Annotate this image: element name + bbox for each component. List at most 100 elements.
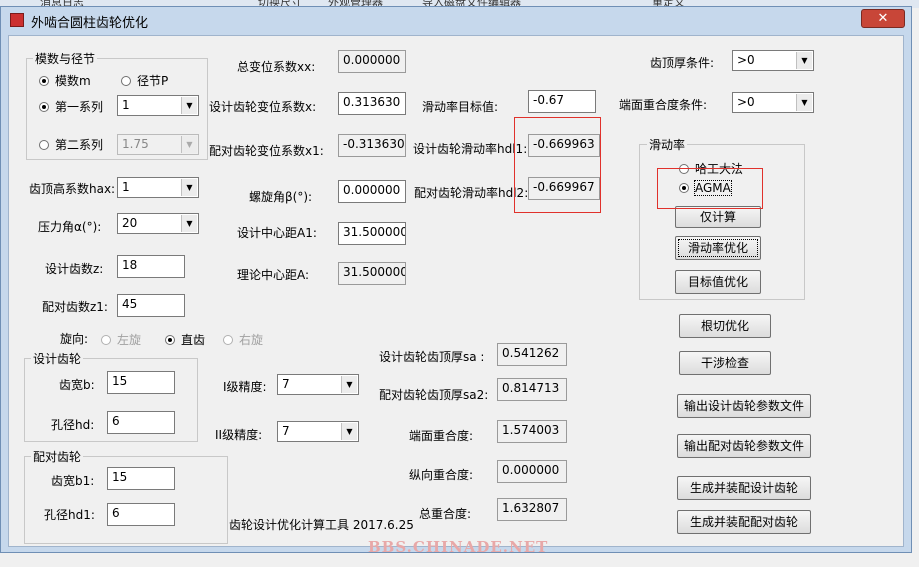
select-value: 7 bbox=[282, 424, 290, 438]
slide-target-input[interactable]: -0.67 bbox=[528, 90, 596, 113]
close-button[interactable]: ✕ bbox=[861, 9, 905, 28]
radio-straight[interactable]: 直齿 bbox=[165, 331, 205, 348]
pressure-angle-select[interactable]: 20 ▼ bbox=[117, 213, 199, 234]
teeth-z-input[interactable]: 18 bbox=[117, 255, 185, 278]
teeth-z1-input[interactable]: 45 bbox=[117, 294, 185, 317]
tip-thick-sa-value: 0.541262 bbox=[497, 343, 567, 366]
select-value: 1 bbox=[122, 98, 130, 112]
theory-center-value: 31.500000 bbox=[338, 262, 406, 285]
root-cut-optimize-button[interactable]: 根切优化 bbox=[679, 314, 771, 338]
design-width-label: 齿宽b: bbox=[59, 378, 95, 392]
export-design-params-button[interactable]: 输出设计齿轮参数文件 bbox=[677, 394, 811, 418]
title-bar[interactable]: 外啮合圆柱齿轮优化 ✕ bbox=[1, 7, 911, 33]
teeth-z-label: 设计齿数z: bbox=[45, 262, 104, 276]
select-value: 20 bbox=[122, 216, 138, 230]
transverse-contact-value: 1.574003 bbox=[497, 420, 567, 443]
design-slide-label: 设计齿轮滑动率hdl1: bbox=[413, 142, 528, 156]
chevron-down-icon[interactable]: ▼ bbox=[341, 376, 357, 393]
transverse-contact-label: 端面重合度: bbox=[409, 429, 474, 443]
radio-label: 第一系列 bbox=[55, 100, 104, 114]
pair-slide-label: 配对齿轮滑动率hdl2: bbox=[414, 186, 529, 200]
radio-dot-icon bbox=[39, 76, 49, 86]
radio-label: 径节P bbox=[137, 74, 169, 88]
target-optimize-button[interactable]: 目标值优化 bbox=[675, 270, 761, 294]
axial-contact-label: 纵向重合度: bbox=[409, 468, 474, 482]
radio-modulus[interactable]: 模数m bbox=[39, 72, 91, 89]
design-shift-input[interactable]: 0.313630 bbox=[338, 92, 406, 115]
chevron-down-icon[interactable]: ▼ bbox=[181, 215, 197, 232]
highlight-slide-values-box bbox=[514, 117, 601, 213]
theory-center-label: 理论中心距A: bbox=[237, 268, 310, 282]
pair-shift-label: 配对齿轮变位系数x1: bbox=[209, 144, 324, 158]
pair-bore-input[interactable]: 6 bbox=[107, 503, 175, 526]
teeth-z1-label: 配对齿数z1: bbox=[42, 300, 108, 314]
radio-label: 第二系列 bbox=[55, 138, 104, 152]
calc-only-button[interactable]: 仅计算 bbox=[675, 206, 761, 228]
select-value: 7 bbox=[282, 377, 290, 391]
radio-series1[interactable]: 第一系列 bbox=[39, 98, 103, 115]
radio-dot-icon bbox=[39, 102, 49, 112]
helix-angle-label: 螺旋角β(°): bbox=[249, 190, 313, 204]
gear-optimization-window: 外啮合圆柱齿轮优化 ✕ 模数与径节 模数m 径节P 第一系列 1 ▼ 第二系列 1… bbox=[0, 6, 912, 553]
design-bore-input[interactable]: 6 bbox=[107, 411, 175, 434]
pair-width-label: 齿宽b1: bbox=[51, 474, 95, 488]
design-center-label: 设计中心距A1: bbox=[237, 226, 317, 240]
radio-left-hand: 左旋 bbox=[101, 331, 141, 348]
contact-ratio-cond-label: 端面重合度条件: bbox=[619, 98, 708, 112]
interference-check-button[interactable]: 干涉检查 bbox=[679, 351, 771, 375]
series2-select: 1.75 ▼ bbox=[117, 134, 199, 155]
slide-optimize-button[interactable]: 滑动率优化 bbox=[675, 236, 761, 260]
total-shift-label: 总变位系数xx: bbox=[237, 60, 316, 74]
series1-select[interactable]: 1 ▼ bbox=[117, 95, 199, 116]
design-gear-title: 设计齿轮 bbox=[31, 350, 84, 367]
design-width-input[interactable]: 15 bbox=[107, 371, 175, 394]
radio-dot-icon bbox=[165, 335, 175, 345]
window-title: 外啮合圆柱齿轮优化 bbox=[31, 16, 149, 31]
select-value: >0 bbox=[737, 95, 755, 109]
chevron-down-icon[interactable]: ▼ bbox=[181, 97, 197, 114]
pressure-angle-label: 压力角α(°): bbox=[38, 220, 102, 234]
radio-pitch[interactable]: 径节P bbox=[121, 72, 168, 89]
grade1-label: I级精度: bbox=[223, 380, 267, 394]
highlight-agma-box bbox=[657, 168, 763, 209]
radio-dot-icon bbox=[121, 76, 131, 86]
tip-thick-sa2-value: 0.814713 bbox=[497, 378, 567, 401]
radio-label: 模数m bbox=[55, 74, 91, 88]
select-value: >0 bbox=[737, 53, 755, 67]
tip-thick-sa-label: 设计齿轮齿顶厚sa : bbox=[379, 350, 485, 364]
radio-dot-icon bbox=[101, 335, 111, 345]
chevron-down-icon[interactable]: ▼ bbox=[341, 423, 357, 440]
radio-dot-icon bbox=[39, 140, 49, 150]
assemble-pair-gear-button[interactable]: 生成并装配配对齿轮 bbox=[677, 510, 811, 534]
grade1-select[interactable]: 7 ▼ bbox=[277, 374, 359, 395]
slide-target-label: 滑动率目标值: bbox=[422, 100, 499, 114]
grade2-label: II级精度: bbox=[215, 428, 263, 442]
export-pair-params-button[interactable]: 输出配对齿轮参数文件 bbox=[677, 434, 811, 458]
design-center-input[interactable]: 31.500000 bbox=[338, 222, 406, 245]
addendum-coef-label: 齿顶高系数hax: bbox=[29, 182, 116, 196]
dialog-client-area: 模数与径节 模数m 径节P 第一系列 1 ▼ 第二系列 1.75 ▼ 齿顶高系数ha… bbox=[8, 35, 904, 547]
tip-thick-cond-select[interactable]: >0 ▼ bbox=[732, 50, 814, 71]
radio-series2[interactable]: 第二系列 bbox=[39, 136, 103, 153]
chevron-down-icon[interactable]: ▼ bbox=[181, 179, 197, 196]
chevron-down-icon[interactable]: ▼ bbox=[796, 94, 812, 111]
tip-thick-sa2-label: 配对齿轮齿顶厚sa2: bbox=[379, 388, 489, 402]
chevron-down-icon[interactable]: ▼ bbox=[796, 52, 812, 69]
radio-label: 左旋 bbox=[117, 333, 142, 347]
helix-angle-input[interactable]: 0.000000 bbox=[338, 180, 406, 203]
addendum-coef-select[interactable]: 1 ▼ bbox=[117, 177, 199, 198]
pair-bore-label: 孔径hd1: bbox=[44, 508, 95, 522]
radio-label: 直齿 bbox=[181, 333, 206, 347]
pair-width-input[interactable]: 15 bbox=[107, 467, 175, 490]
contact-ratio-cond-select[interactable]: >0 ▼ bbox=[732, 92, 814, 113]
grade2-select[interactable]: 7 ▼ bbox=[277, 421, 359, 442]
total-contact-label: 总重合度: bbox=[419, 507, 472, 521]
axial-contact-value: 0.000000 bbox=[497, 460, 567, 483]
assemble-design-gear-button[interactable]: 生成并装配设计齿轮 bbox=[677, 476, 811, 500]
design-bore-label: 孔径hd: bbox=[51, 418, 95, 432]
app-icon bbox=[10, 13, 24, 27]
select-value: 1.75 bbox=[122, 137, 149, 151]
select-value: 1 bbox=[122, 180, 130, 194]
total-shift-value: 0.000000 bbox=[338, 50, 406, 73]
close-icon: ✕ bbox=[877, 11, 889, 26]
